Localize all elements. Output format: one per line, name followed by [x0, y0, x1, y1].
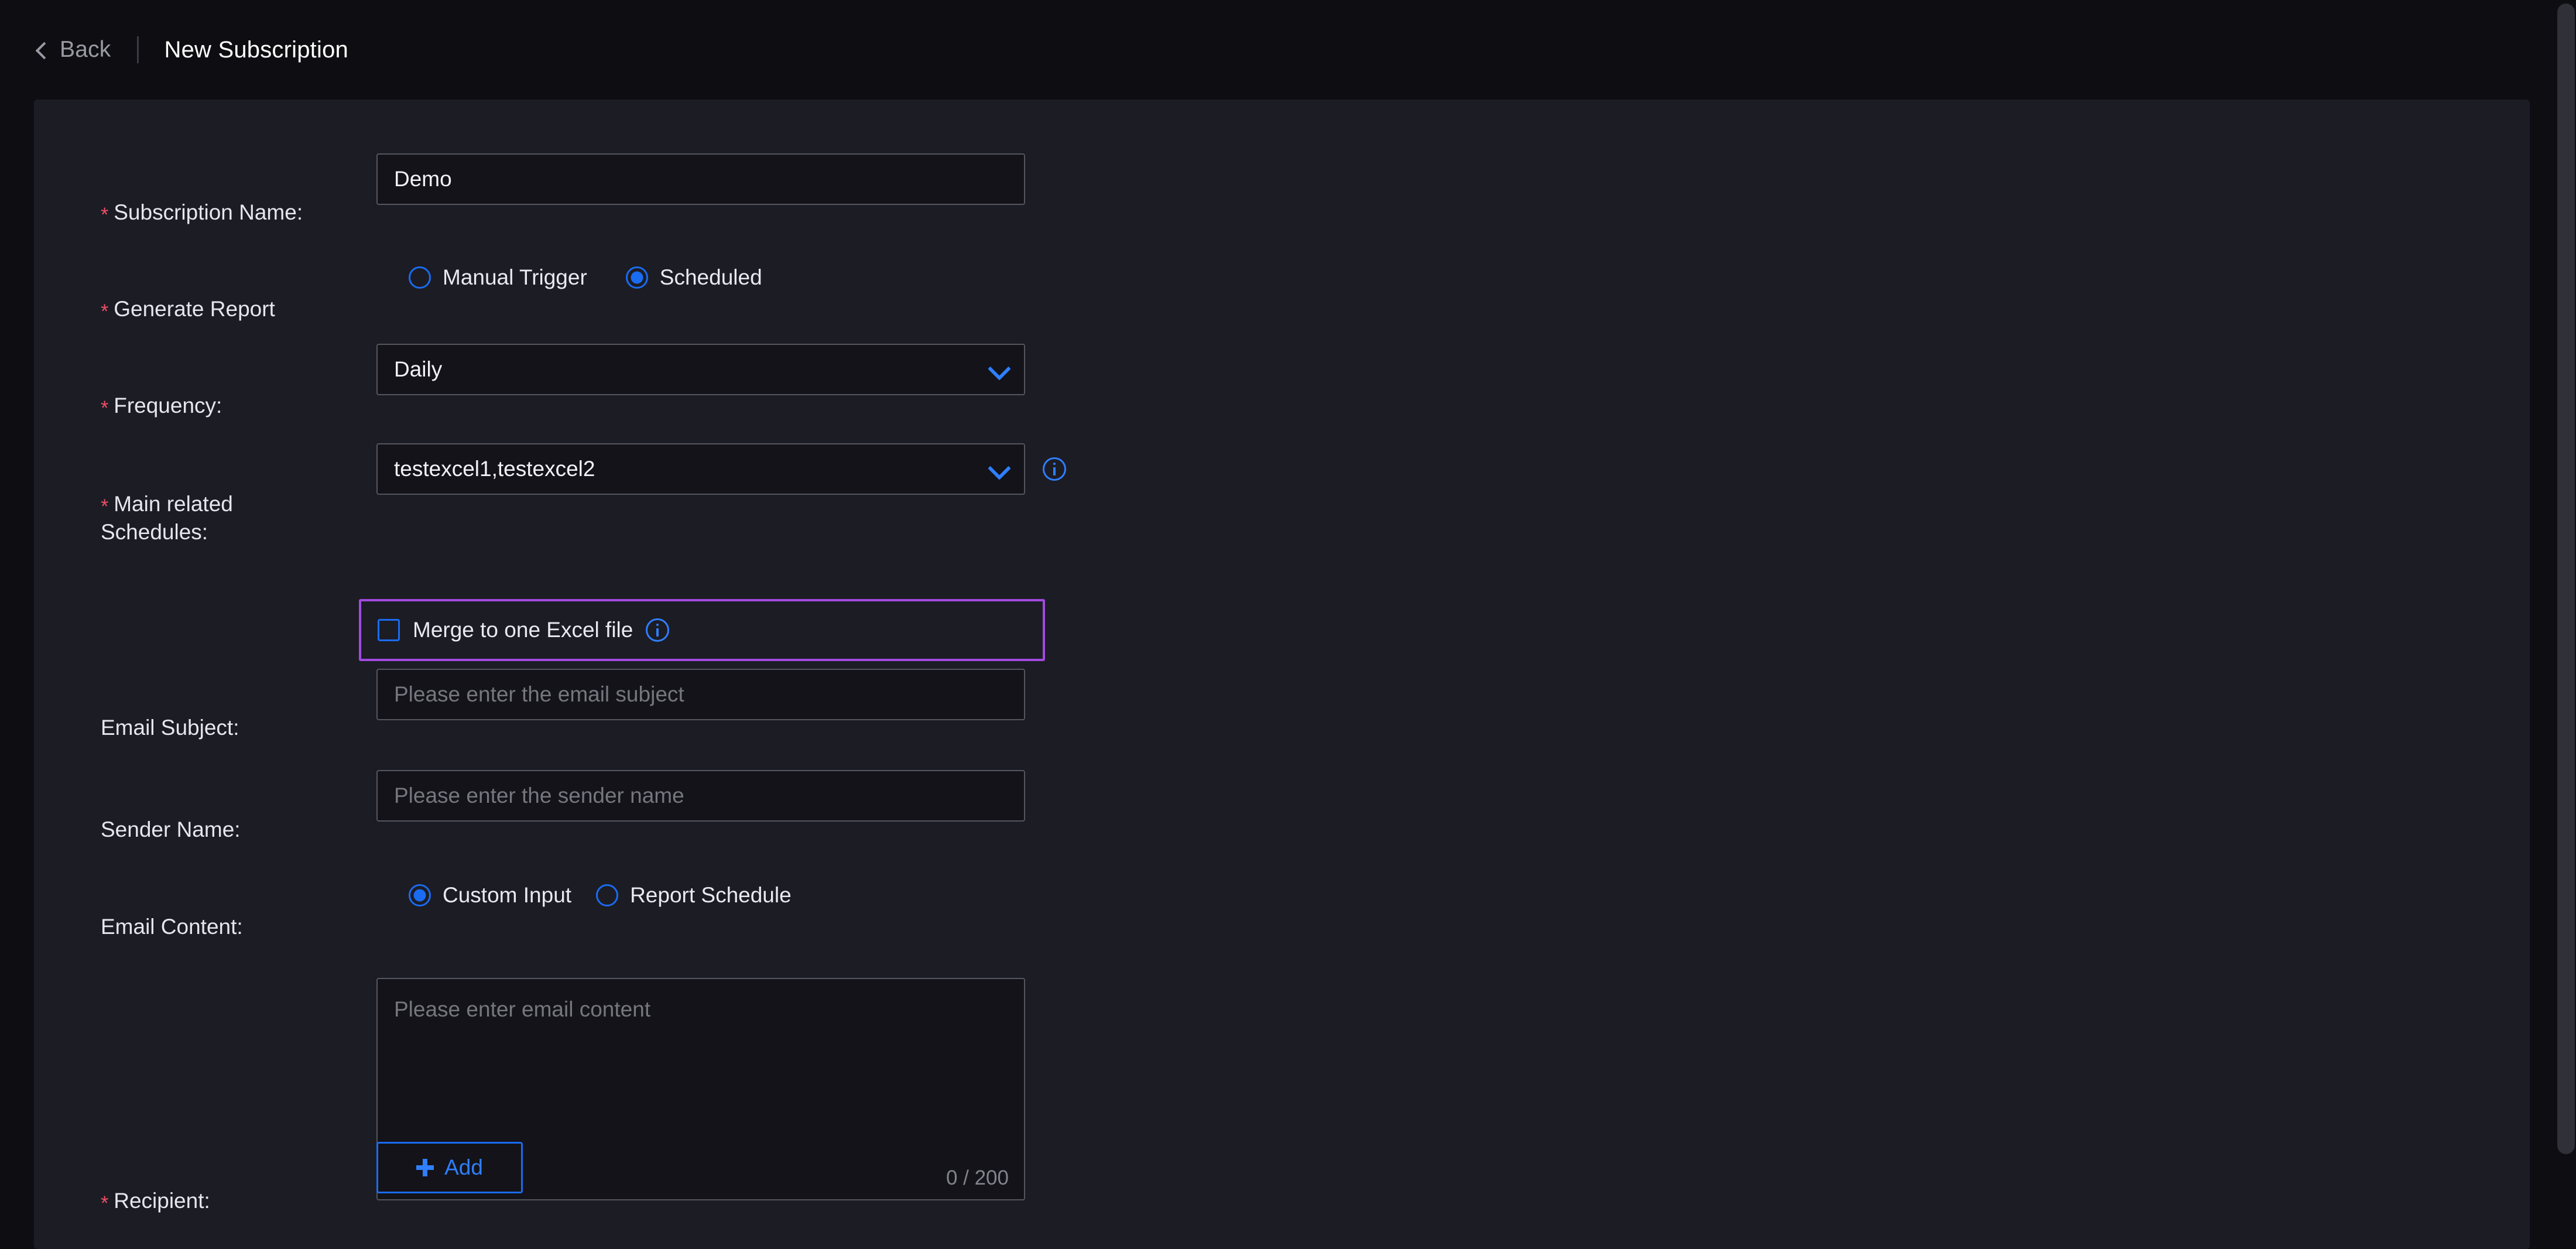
- radio-dot-icon: [409, 266, 431, 289]
- app-root: Back New Subscription *Subscription Name…: [0, 0, 2576, 1249]
- email-subject-label: Email Subject:: [101, 686, 376, 742]
- back-button[interactable]: Back: [34, 37, 111, 63]
- radio-label: Manual Trigger: [443, 265, 587, 290]
- required-asterisk: *: [101, 300, 108, 323]
- page-header: Back New Subscription: [0, 0, 2576, 100]
- frequency-label: *Frequency:: [101, 364, 376, 420]
- recipient-add-wrap: Add: [376, 1142, 523, 1193]
- main-related-schedules-label: *Main related Schedules:: [101, 463, 376, 546]
- merge-excel-row[interactable]: Merge to one Excel file: [359, 599, 1045, 661]
- radio-dot-selected-icon: [626, 266, 648, 289]
- radio-manual-trigger[interactable]: Manual Trigger: [409, 265, 587, 290]
- generate-report-radio-group: Manual Trigger Scheduled: [409, 265, 762, 290]
- required-asterisk: *: [101, 495, 108, 518]
- subscription-name-input[interactable]: [376, 153, 1025, 205]
- chevron-down-icon: [989, 459, 1009, 479]
- required-asterisk: *: [101, 397, 108, 419]
- generate-report-label: *Generate Report: [101, 268, 376, 323]
- page-scrollbar-track[interactable]: [2556, 0, 2576, 1249]
- add-recipient-button[interactable]: Add: [376, 1142, 523, 1193]
- radio-scheduled[interactable]: Scheduled: [626, 265, 762, 290]
- email-content-label: Email Content:: [101, 885, 376, 941]
- radio-dot-selected-icon: [409, 884, 431, 906]
- sender-name-field-wrap: [376, 770, 1025, 822]
- radio-label: Custom Input: [443, 883, 571, 908]
- sender-name-input[interactable]: [376, 770, 1025, 822]
- page-scrollbar-thumb[interactable]: [2557, 4, 2575, 1154]
- frequency-select[interactable]: Daily: [376, 344, 1025, 395]
- char-counter: 0 / 200: [946, 1166, 1009, 1190]
- email-content-radio-group: Custom Input Report Schedule: [409, 883, 792, 908]
- recipient-label: *Recipient:: [101, 1159, 376, 1215]
- email-subject-field-wrap: [376, 669, 1025, 720]
- main-related-schedules-value: testexcel1,testexcel2: [394, 457, 595, 481]
- sender-name-label: Sender Name:: [101, 788, 376, 844]
- content-panel: *Subscription Name: *Generate Report Man…: [34, 100, 2530, 1249]
- page-title: New Subscription: [165, 37, 348, 63]
- radio-label: Report Schedule: [630, 883, 792, 908]
- add-button-label: Add: [444, 1155, 483, 1180]
- chevron-left-icon: [34, 42, 49, 57]
- plus-icon: [416, 1159, 434, 1176]
- required-asterisk: *: [101, 1192, 108, 1214]
- required-asterisk: *: [101, 204, 108, 226]
- merge-excel-label: Merge to one Excel file: [413, 618, 633, 642]
- radio-custom-input[interactable]: Custom Input: [409, 883, 571, 908]
- radio-label: Scheduled: [660, 265, 762, 290]
- header-divider: [137, 36, 139, 63]
- subscription-name-label: *Subscription Name:: [101, 171, 376, 227]
- merge-excel-checkbox[interactable]: [378, 619, 400, 641]
- info-circle-icon[interactable]: [1043, 457, 1066, 481]
- radio-report-schedule[interactable]: Report Schedule: [596, 883, 792, 908]
- main-related-schedules-select[interactable]: testexcel1,testexcel2: [376, 443, 1025, 495]
- radio-dot-icon: [596, 884, 618, 906]
- frequency-value: Daily: [394, 357, 442, 382]
- chevron-down-icon: [989, 360, 1009, 379]
- subscription-name-field-wrap: [376, 153, 1025, 205]
- merge-excel-highlight-wrap: Merge to one Excel file: [359, 599, 1045, 661]
- frequency-field-wrap: Daily: [376, 344, 1025, 395]
- main-related-schedules-field-wrap: testexcel1,testexcel2: [376, 443, 1066, 495]
- info-circle-icon[interactable]: [646, 618, 669, 642]
- back-label: Back: [60, 37, 111, 63]
- email-subject-input[interactable]: [376, 669, 1025, 720]
